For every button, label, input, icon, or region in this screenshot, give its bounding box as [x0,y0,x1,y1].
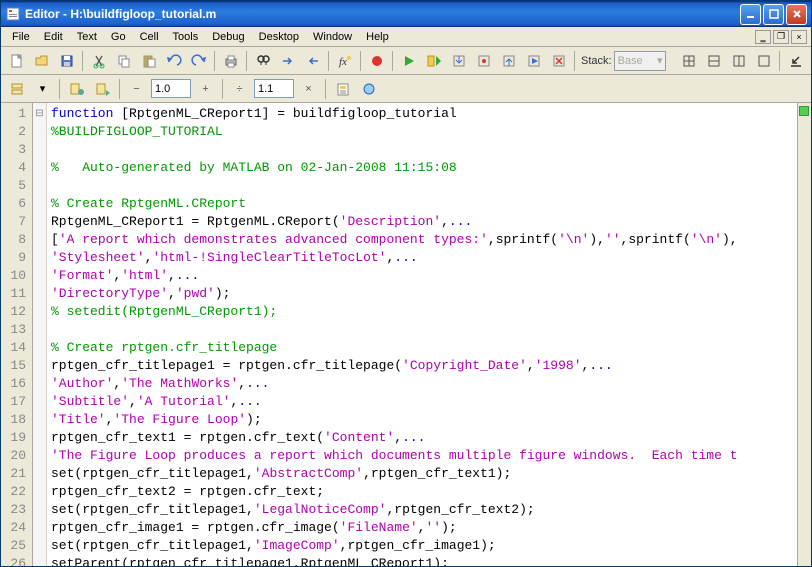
stack-label: Stack: [581,55,612,67]
dock-button[interactable] [784,50,807,72]
eval-cell-button[interactable] [65,78,88,100]
titlebar[interactable]: Editor - H:\buildfigloop_tutorial.m [1,1,811,27]
doc-close-button[interactable]: × [791,30,807,44]
menu-desktop[interactable]: Desktop [252,29,306,45]
step-out-button[interactable] [497,50,520,72]
cell-toolbar: ▾ − 1.0 + ÷ 1.1 × [1,75,811,103]
multiply-step-input[interactable]: 1.1 [254,79,294,98]
menu-file[interactable]: File [5,29,37,45]
increment-step-input[interactable]: 1.0 [151,79,191,98]
paste-button[interactable] [137,50,160,72]
editor-area: 1234567891011121314151617181920212223242… [1,103,811,566]
layout-1-button[interactable] [677,50,700,72]
run-advance-button[interactable] [422,50,445,72]
svg-text:fx: fx [339,56,347,68]
step-button[interactable] [472,50,495,72]
run-button[interactable] [397,50,420,72]
menu-edit[interactable]: Edit [37,29,70,45]
continue-button[interactable] [522,50,545,72]
window-title: Editor - H:\buildfigloop_tutorial.m [25,7,740,21]
menu-tools[interactable]: Tools [166,29,206,45]
breakpoint-button[interactable] [365,50,388,72]
layout-2-button[interactable] [702,50,725,72]
fold-column[interactable]: ⊟ [33,103,47,566]
divide-button[interactable]: ÷ [228,78,251,100]
find-button[interactable] [251,50,274,72]
menu-cell[interactable]: Cell [133,29,166,45]
multiply-button[interactable]: × [297,78,320,100]
stack-select[interactable]: Base▾ [614,51,666,71]
undo-button[interactable] [162,50,185,72]
code-ok-indicator [799,106,809,116]
publish-button[interactable] [331,78,354,100]
goback-button[interactable] [301,50,324,72]
doc-min-button[interactable]: ‗ [755,30,771,44]
print-button[interactable] [219,50,242,72]
increment-1-button[interactable]: + [194,78,217,100]
layout-4-button[interactable] [752,50,775,72]
menu-text[interactable]: Text [70,29,104,45]
line-number-gutter[interactable]: 1234567891011121314151617181920212223242… [1,103,33,566]
show-functions-button[interactable] [357,78,380,100]
layout-3-button[interactable] [727,50,750,72]
cell-dropdown-button[interactable]: ▾ [31,78,54,100]
maximize-button[interactable] [763,4,784,25]
menu-window[interactable]: Window [306,29,359,45]
code-area[interactable]: function [RptgenML_CReport1] = buildfigl… [47,103,797,566]
menu-go[interactable]: Go [104,29,133,45]
menu-help[interactable]: Help [359,29,396,45]
step-in-button[interactable] [447,50,470,72]
goto-button[interactable] [276,50,299,72]
main-toolbar: fx Stack: Base▾ [1,47,811,75]
copy-button[interactable] [112,50,135,72]
code-analyzer-strip[interactable] [797,103,811,566]
redo-button[interactable] [187,50,210,72]
new-file-button[interactable] [5,50,28,72]
cell-divider-button[interactable] [5,78,28,100]
eval-advance-button[interactable] [91,78,114,100]
doc-restore-button[interactable]: ❐ [773,30,789,44]
exit-debug-button[interactable] [547,50,570,72]
minimize-button[interactable] [740,4,761,25]
menubar: File Edit Text Go Cell Tools Debug Deskt… [1,27,811,47]
menu-debug[interactable]: Debug [205,29,251,45]
open-file-button[interactable] [30,50,53,72]
function-hint-button[interactable]: fx [333,50,356,72]
save-button[interactable] [55,50,78,72]
close-button[interactable] [786,4,807,25]
app-icon [5,6,21,22]
editor-window: Editor - H:\buildfigloop_tutorial.m File… [0,0,812,567]
cut-button[interactable] [87,50,110,72]
decrement-1-button[interactable]: − [125,78,148,100]
